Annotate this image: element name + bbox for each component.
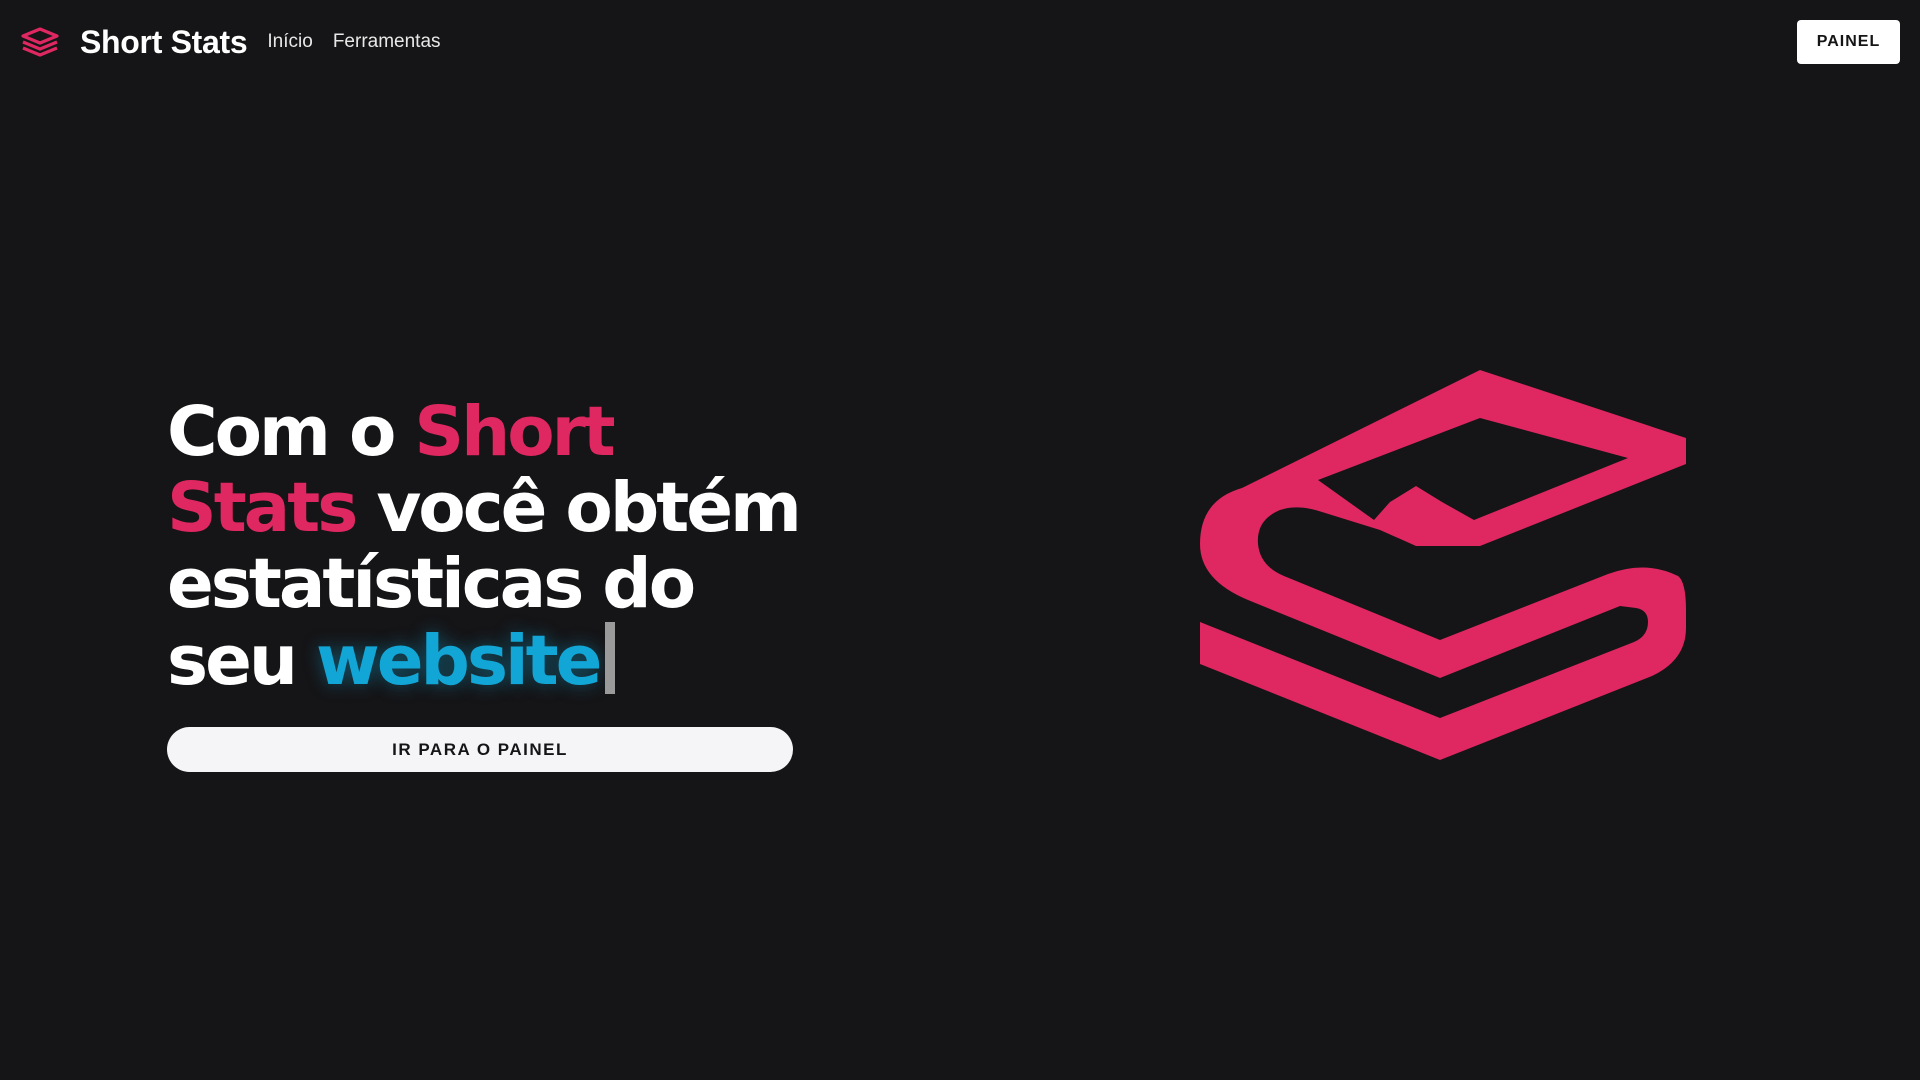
nav-link-inicio[interactable]: Início bbox=[267, 31, 312, 53]
hero-logo-illustration bbox=[1180, 360, 1700, 780]
go-to-panel-button[interactable]: IR PARA O PAINEL bbox=[167, 727, 793, 772]
landing-page: Short Stats Início Ferramentas PAINEL Co… bbox=[0, 0, 1920, 1080]
short-stats-logo-icon bbox=[1200, 370, 1686, 760]
nav-right: PAINEL bbox=[1797, 20, 1900, 64]
typing-cursor bbox=[605, 622, 616, 694]
brand-name: Short Stats bbox=[80, 23, 248, 60]
hero-headline: Com o Short Stats você obtém estatística… bbox=[167, 394, 807, 699]
brand-link[interactable]: Short Stats bbox=[20, 23, 248, 61]
nav-links: Início Ferramentas bbox=[267, 31, 440, 53]
nav-link-ferramentas[interactable]: Ferramentas bbox=[333, 31, 441, 53]
navbar: Short Stats Início Ferramentas PAINEL bbox=[0, 0, 1920, 84]
short-stats-logo-icon bbox=[20, 26, 60, 58]
headline-accent-word: website bbox=[316, 621, 602, 701]
headline-part1: Com o bbox=[167, 392, 415, 472]
painel-button[interactable]: PAINEL bbox=[1797, 20, 1900, 64]
hero-text: Com o Short Stats você obtém estatística… bbox=[167, 394, 807, 699]
